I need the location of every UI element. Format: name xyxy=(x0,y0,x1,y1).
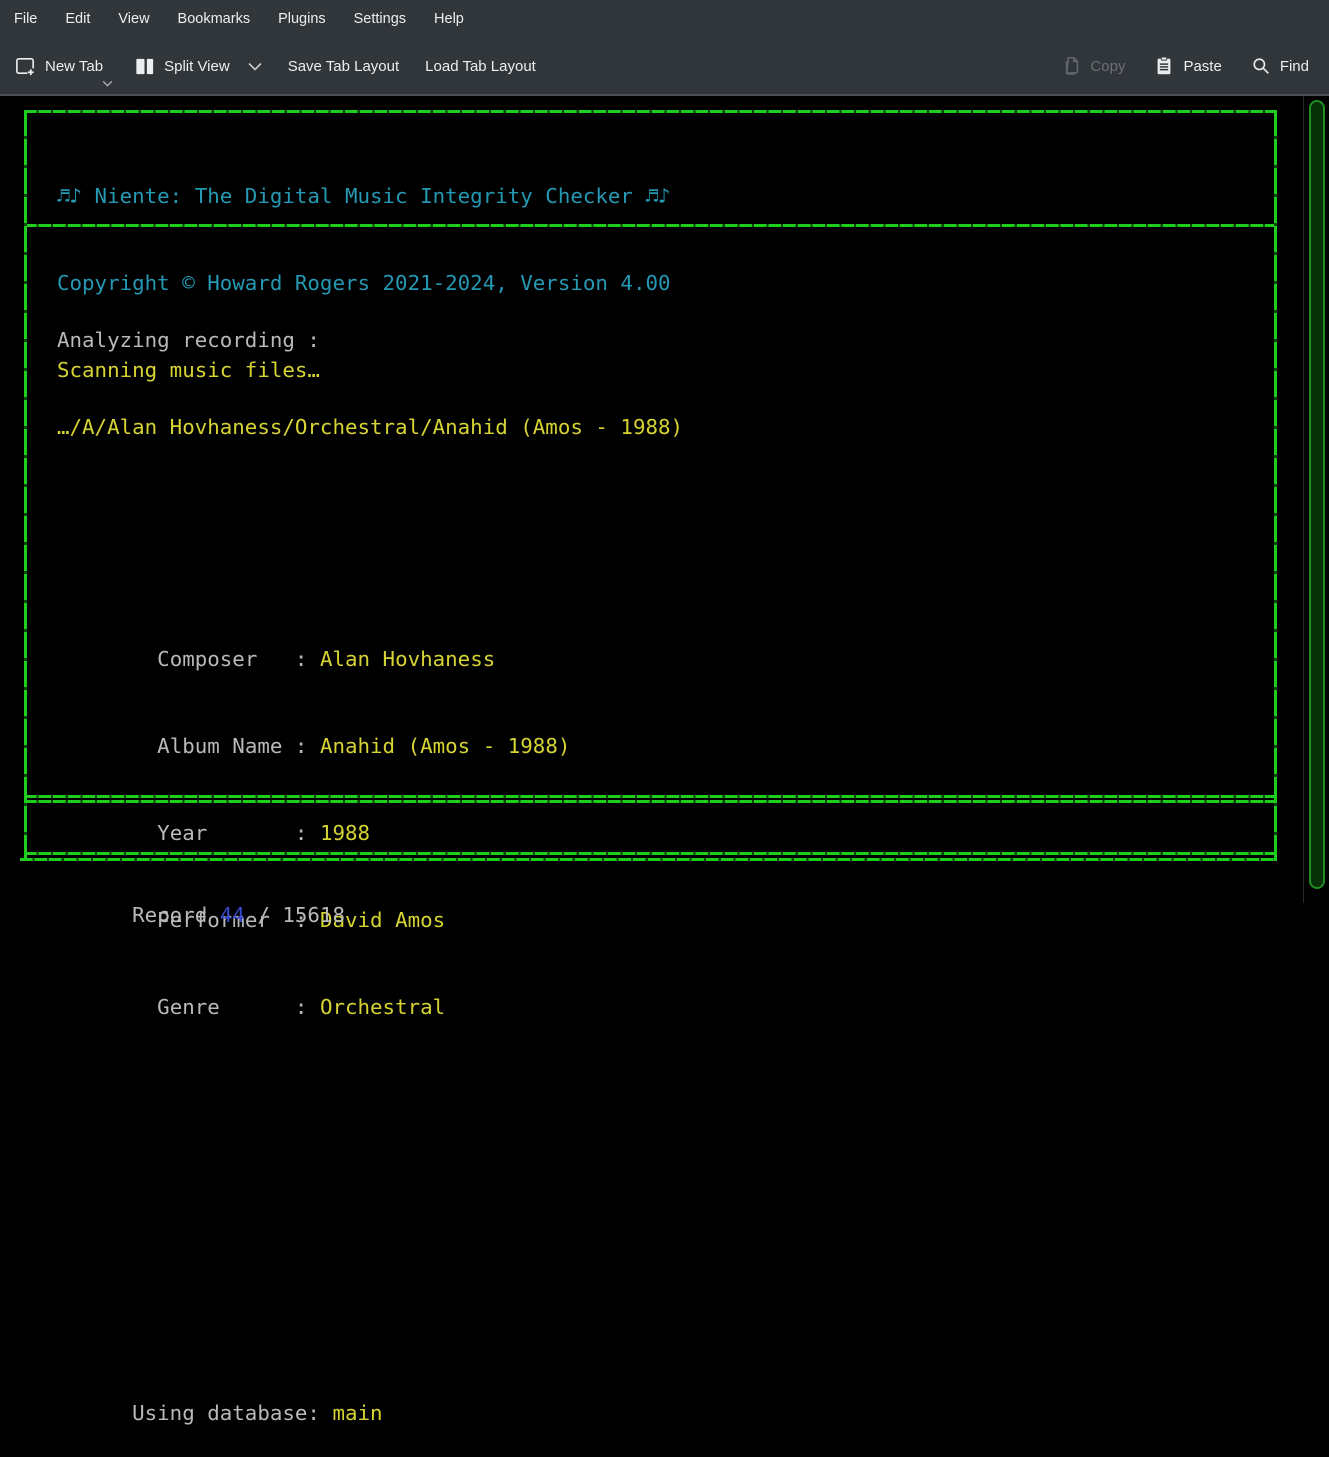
metadata-fields: Composer : Alan Hovhaness Album Name : A… xyxy=(57,558,683,1051)
menu-item-view[interactable]: View xyxy=(104,0,163,38)
field-album-name: Album Name : Anahid (Amos - 1988) xyxy=(57,703,683,732)
toolbar-right-group: Copy Paste Find xyxy=(1042,46,1329,86)
split-view-chevron-icon[interactable] xyxy=(248,62,262,71)
field-genre-label: Genre : xyxy=(157,995,320,1019)
paste-button[interactable]: Paste xyxy=(1153,46,1221,86)
menu-bar: File Edit View Bookmarks Plugins Setting… xyxy=(0,0,1329,38)
field-composer-label: Composer : xyxy=(157,647,320,671)
copy-label: Copy xyxy=(1090,58,1125,75)
terminal-view[interactable]: ♬♪ Niente: The Digital Music Integrity C… xyxy=(0,96,1329,903)
field-genre-value: Orchestral xyxy=(320,995,445,1019)
frame-right-border xyxy=(1274,110,1277,861)
field-album-name-label: Album Name : xyxy=(157,734,320,758)
save-tab-layout-button[interactable]: Save Tab Layout xyxy=(288,58,399,75)
field-composer: Composer : Alan Hovhaness xyxy=(57,616,683,645)
split-view-button[interactable]: Split View xyxy=(133,46,262,86)
analyzing-label: Analyzing recording : xyxy=(57,326,683,355)
new-tab-label: New Tab xyxy=(45,58,103,75)
scrollbar-thumb[interactable] xyxy=(1309,100,1325,889)
record-status-box: Record 44 / 15618 xyxy=(57,814,345,959)
menu-item-file[interactable]: File xyxy=(0,0,51,38)
record-counter-current: 44 xyxy=(220,903,245,927)
header-box-top-border xyxy=(24,110,1277,113)
recording-path: …/A/Alan Hovhaness/Orchestral/Anahid (Am… xyxy=(57,413,683,442)
paste-icon xyxy=(1153,55,1175,77)
search-icon xyxy=(1250,55,1272,77)
frame-left-border xyxy=(24,110,27,861)
toolbar: New Tab Split View Save Tab Layout Load … xyxy=(0,38,1329,96)
record-counter-prefix: Record xyxy=(132,903,220,927)
record-counter-total: / 15618 xyxy=(245,903,345,927)
find-label: Find xyxy=(1280,58,1309,75)
split-view-icon xyxy=(133,55,156,78)
load-tab-layout-button[interactable]: Load Tab Layout xyxy=(425,58,536,75)
terminal-scrollbar[interactable] xyxy=(1303,96,1329,903)
database-value: main xyxy=(332,1401,382,1425)
split-view-label: Split View xyxy=(164,58,230,75)
field-genre: Genre : Orchestral xyxy=(57,964,683,993)
copy-icon xyxy=(1060,55,1082,77)
find-button[interactable]: Find xyxy=(1250,46,1309,86)
new-tab-caret-icon[interactable] xyxy=(102,80,113,87)
menu-item-settings[interactable]: Settings xyxy=(340,0,420,38)
new-tab-button[interactable]: New Tab xyxy=(14,46,103,86)
database-line: Using database: main xyxy=(57,1370,683,1399)
field-album-name-value: Anahid (Amos - 1988) xyxy=(320,734,570,758)
copy-button: Copy xyxy=(1060,46,1125,86)
record-counter: Record 44 / 15618 xyxy=(57,872,345,901)
menu-item-plugins[interactable]: Plugins xyxy=(264,0,340,38)
new-tab-icon xyxy=(14,55,37,78)
menu-item-bookmarks[interactable]: Bookmarks xyxy=(164,0,265,38)
field-composer-value: Alan Hovhaness xyxy=(320,647,495,671)
app-title: ♬♪ Niente: The Digital Music Integrity C… xyxy=(57,182,671,211)
menu-item-edit[interactable]: Edit xyxy=(51,0,104,38)
paste-label: Paste xyxy=(1183,58,1221,75)
menu-item-help[interactable]: Help xyxy=(420,0,478,38)
database-label: Using database: xyxy=(132,1401,332,1425)
